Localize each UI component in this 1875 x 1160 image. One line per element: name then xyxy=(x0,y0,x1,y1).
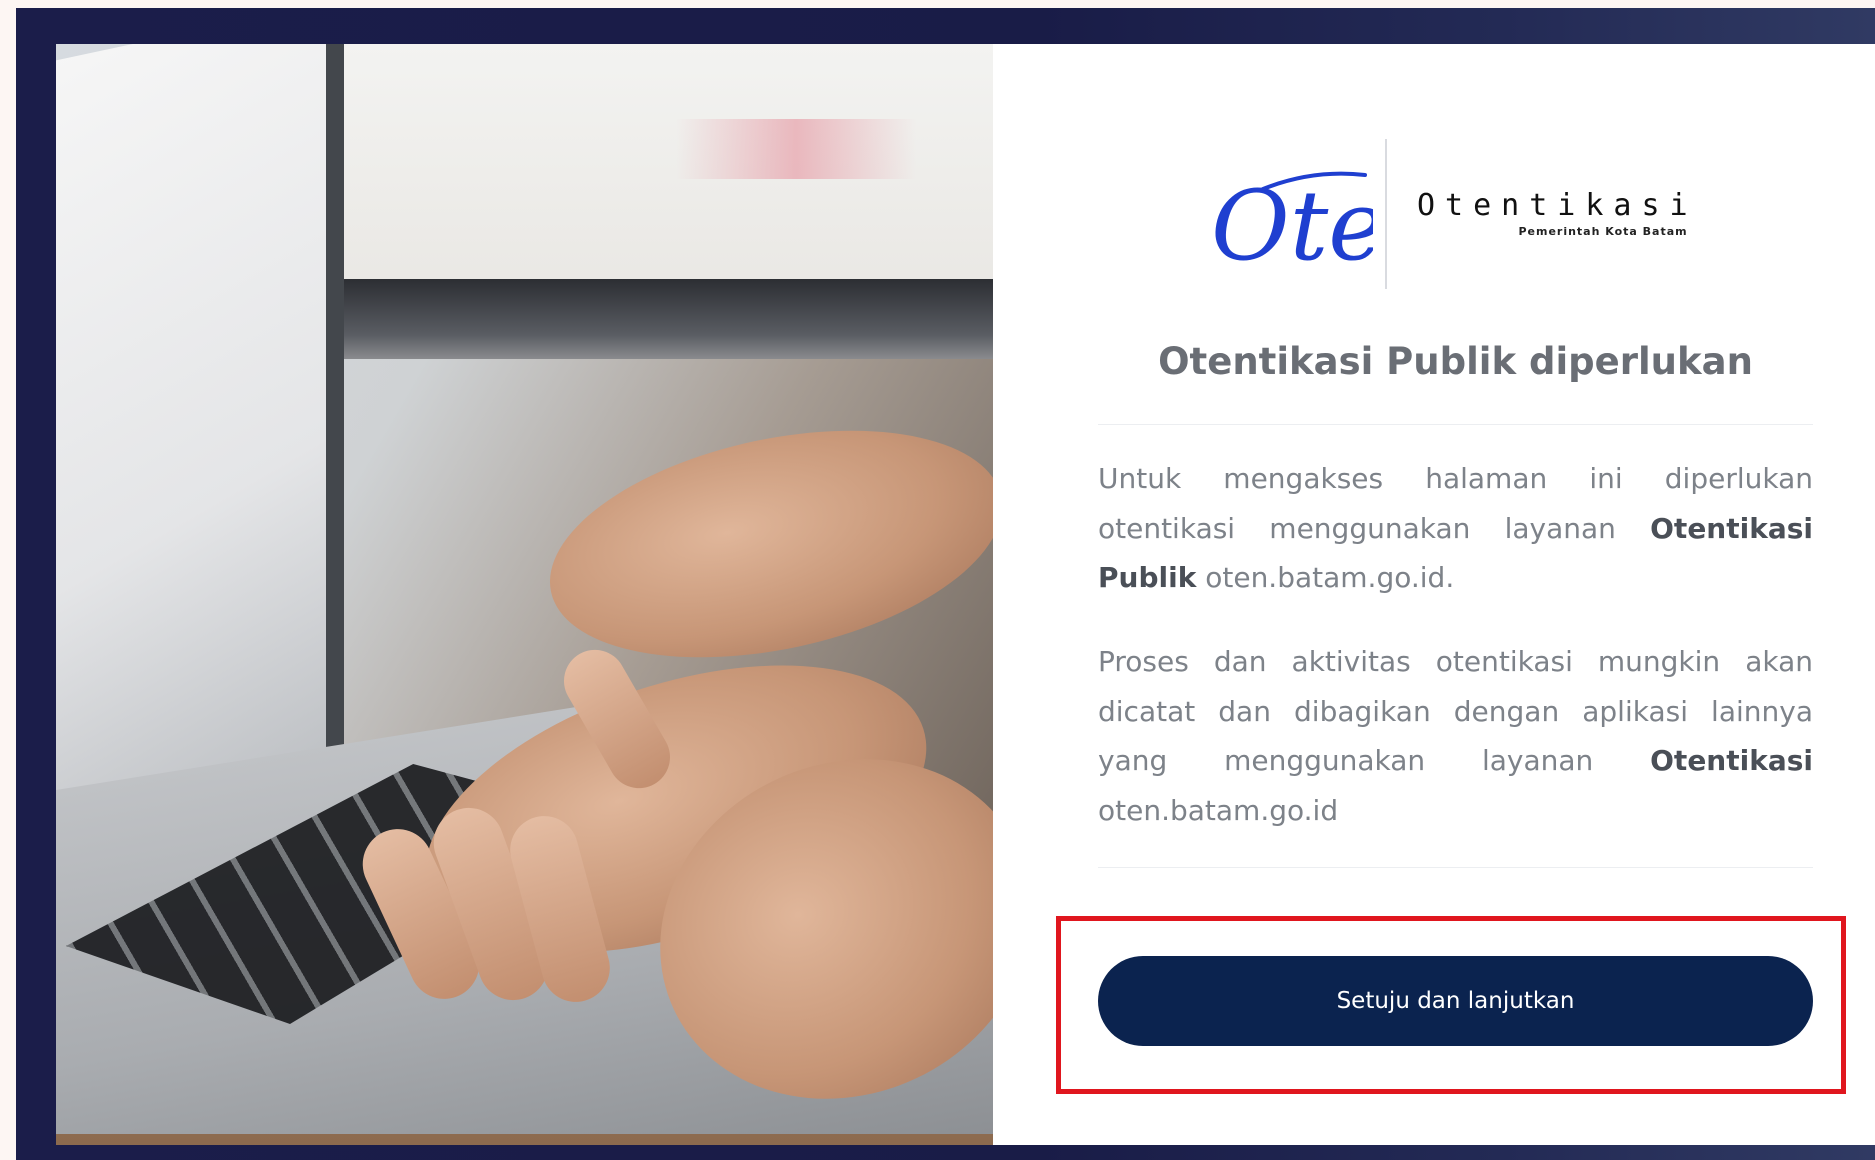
agree-and-continue-button[interactable]: Setuju dan lanjutkan xyxy=(1098,956,1813,1046)
svg-text:Oten: Oten xyxy=(1211,170,1373,279)
logo-subtitle: Pemerintah Kota Batam xyxy=(1518,224,1688,238)
photo-laptop-screen xyxy=(56,44,344,869)
info-paragraph-2: Proses dan aktivitas otentikasi mungkin … xyxy=(1098,637,1813,835)
logo-wordmark: Otentikasi Pemerintah Kota Batam xyxy=(1417,187,1698,238)
divider-top xyxy=(1098,424,1813,425)
divider-bottom xyxy=(1098,867,1813,868)
oten-signature-logo-icon: Oten xyxy=(1211,170,1373,279)
info-paragraph-2-url: oten.batam.go.id xyxy=(1098,793,1339,827)
info-paragraph-2-bold: Otentikasi xyxy=(1650,744,1813,777)
logo-divider xyxy=(1385,139,1387,289)
auth-panel: Oten Otentikasi Pemerintah Kota Batam Ot… xyxy=(993,44,1875,1145)
auth-card: Oten Otentikasi Pemerintah Kota Batam Ot… xyxy=(56,44,1875,1145)
info-paragraph-1-url: oten.batam.go.id. xyxy=(1196,561,1455,594)
page-frame: Oten Otentikasi Pemerintah Kota Batam Ot… xyxy=(16,8,1875,1160)
page-title: Otentikasi Publik diperlukan xyxy=(1158,340,1753,383)
logo-title: Otentikasi xyxy=(1417,187,1698,223)
oten-logo: Oten Otentikasi Pemerintah Kota Batam xyxy=(1203,139,1698,289)
laptop-typing-photo xyxy=(56,44,993,1145)
photo-background-highlight xyxy=(676,119,916,179)
info-paragraph-1: Untuk mengakses halaman ini diperlukan o… xyxy=(1098,454,1813,603)
photo-monitor xyxy=(306,279,993,359)
